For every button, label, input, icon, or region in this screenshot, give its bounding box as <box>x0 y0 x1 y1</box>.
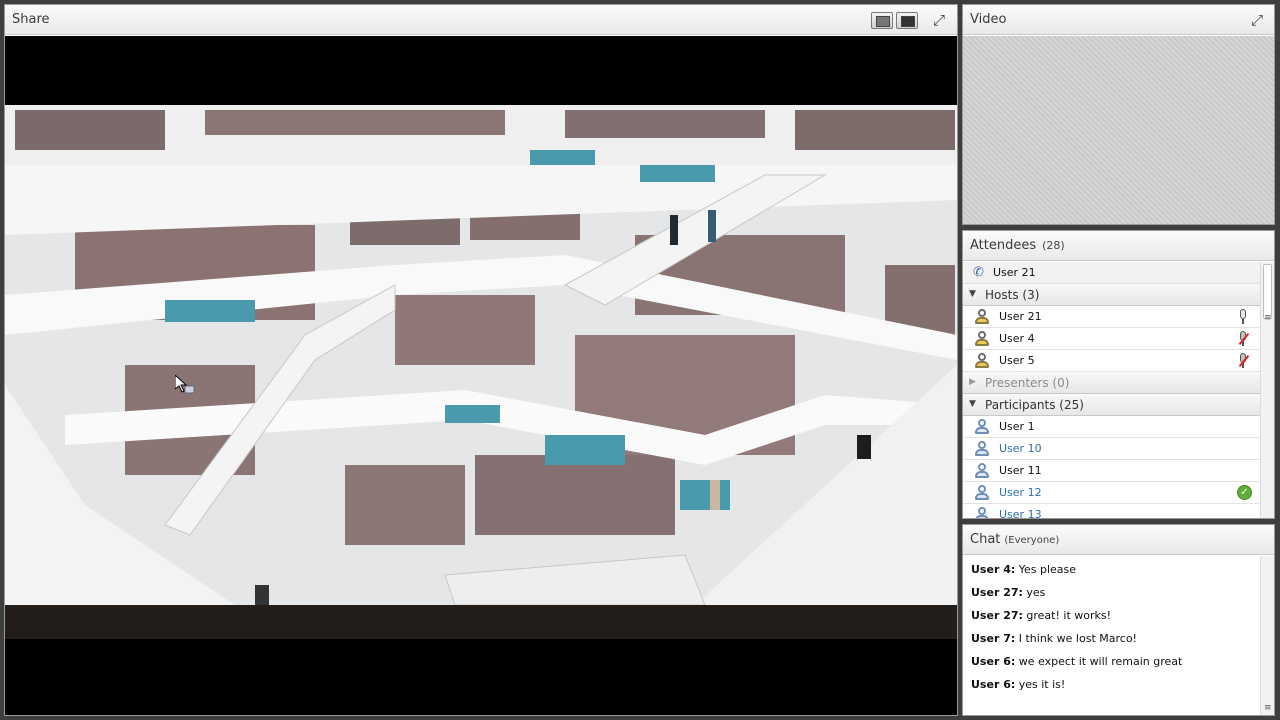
shared-screen[interactable] <box>5 36 957 715</box>
attendees-header: Attendees (28) <box>963 231 1274 261</box>
attendee-row[interactable]: User 5 <box>963 350 1260 372</box>
attendee-row[interactable]: User 10 <box>963 438 1260 460</box>
chat-scrollbar[interactable]: ≡ <box>1260 556 1274 715</box>
chat-title-text: Chat <box>970 532 1001 547</box>
microphone-icon[interactable] <box>1236 309 1250 325</box>
expand-triangle-icon[interactable]: ▶ <box>969 377 976 387</box>
chat-title: Chat (Everyone) <box>970 532 1059 547</box>
presenters-group-label: Presenters (0) <box>985 376 1070 390</box>
attendees-scrollbar[interactable]: ≡ <box>1260 262 1274 518</box>
chat-sender: User 27: <box>971 609 1023 622</box>
attendee-name: User 21 <box>999 310 1042 323</box>
attendee-row[interactable]: User 12 ✓ <box>963 482 1260 504</box>
video-header: Video ⤢ <box>963 5 1274 35</box>
chat-sender: User 6: <box>971 655 1016 668</box>
attendee-name: User 13 <box>999 508 1042 519</box>
attendee-name: User 4 <box>999 332 1035 345</box>
microphone-muted-icon[interactable] <box>1236 353 1250 369</box>
hosts-group[interactable]: ▼ Hosts (3) <box>963 284 1260 306</box>
wide-view-icon[interactable] <box>896 12 918 29</box>
phone-icon: ✆ <box>973 265 984 280</box>
chat-message: User 6: yes it is! <box>971 678 1256 701</box>
scroll-grip-icon: ≡ <box>1264 313 1272 323</box>
participants-group[interactable]: ▼ Participants (25) <box>963 394 1260 416</box>
shared-image-library <box>5 105 957 605</box>
chat-sender: User 6: <box>971 678 1016 691</box>
share-title: Share <box>12 12 50 27</box>
host-person-icon <box>975 309 989 324</box>
attendee-name: User 12 <box>999 486 1042 499</box>
fullscreen-icon[interactable]: ⤢ <box>929 11 949 29</box>
video-pod: Video ⤢ <box>962 4 1275 225</box>
person-icon <box>975 507 989 518</box>
attendees-pod: Attendees (28) ✆ User 21 ▼ Hosts (3) User… <box>962 230 1275 519</box>
share-pod: Share ⤢ <box>4 4 958 716</box>
chat-text: yes <box>1022 586 1046 599</box>
person-icon <box>975 485 989 500</box>
person-icon <box>975 463 989 478</box>
chat-pod: Chat (Everyone) User 4: Yes please User 2… <box>962 524 1275 716</box>
attendee-row[interactable]: User 13 <box>963 504 1260 519</box>
chat-header: Chat (Everyone) <box>963 525 1274 555</box>
chat-message: User 6: we expect it will remain great <box>971 655 1256 678</box>
attendee-count: (28) <box>1042 239 1065 252</box>
person-icon <box>975 419 989 434</box>
host-person-icon <box>975 353 989 368</box>
single-view-icon[interactable] <box>871 12 893 29</box>
attendee-row[interactable]: User 1 <box>963 416 1260 438</box>
chat-sender: User 7: <box>971 632 1016 645</box>
attendee-name: User 1 <box>999 420 1035 433</box>
share-header: Share ⤢ <box>5 5 957 35</box>
current-user-row[interactable]: ✆ User 21 <box>963 262 1260 284</box>
presenters-group[interactable]: ▶ Presenters (0) <box>963 372 1260 394</box>
chat-message: User 27: yes <box>971 586 1256 609</box>
chat-message: User 27: great! it works! <box>971 609 1256 632</box>
chat-scope[interactable]: (Everyone) <box>1004 535 1059 546</box>
host-person-icon <box>975 331 989 346</box>
chat-text: we expect it will remain great <box>1015 655 1183 668</box>
attendees-title-text: Attendees <box>970 238 1037 253</box>
person-icon <box>975 441 989 456</box>
scroll-grip-icon: ≡ <box>1264 703 1272 713</box>
current-user-name: User 21 <box>993 266 1036 279</box>
attendees-title: Attendees (28) <box>970 238 1065 253</box>
attendee-row[interactable]: User 21 <box>963 306 1260 328</box>
participants-group-label: Participants (25) <box>985 398 1084 412</box>
attendee-row[interactable]: User 4 <box>963 328 1260 350</box>
chat-messages: User 4: Yes please User 27: yes User 27:… <box>971 563 1256 701</box>
chat-text: Yes please <box>1015 563 1077 576</box>
collapse-triangle-icon[interactable]: ▼ <box>969 399 976 409</box>
chat-message: User 7: I think we lost Marco! <box>971 632 1256 655</box>
fullscreen-icon[interactable]: ⤢ <box>1247 11 1267 29</box>
chat-text: great! it works! <box>1022 609 1112 622</box>
attendee-row[interactable]: User 11 <box>963 460 1260 482</box>
attendee-name: User 5 <box>999 354 1035 367</box>
collapse-triangle-icon[interactable]: ▼ <box>969 289 976 299</box>
hosts-group-label: Hosts (3) <box>985 288 1040 302</box>
shared-image-floor <box>5 605 957 639</box>
chat-sender: User 4: <box>971 563 1016 576</box>
video-title: Video <box>970 12 1007 27</box>
video-area <box>963 36 1274 224</box>
chat-sender: User 27: <box>971 586 1023 599</box>
chat-message: User 4: Yes please <box>971 563 1256 586</box>
chat-text: I think we lost Marco! <box>1015 632 1137 645</box>
attendee-name: User 10 <box>999 442 1042 455</box>
attendee-name: User 11 <box>999 464 1042 477</box>
scrollbar-thumb[interactable] <box>1263 264 1272 319</box>
checkmark-icon: ✓ <box>1237 485 1252 500</box>
chat-text: yes it is! <box>1015 678 1066 691</box>
microphone-muted-icon[interactable] <box>1236 331 1250 347</box>
